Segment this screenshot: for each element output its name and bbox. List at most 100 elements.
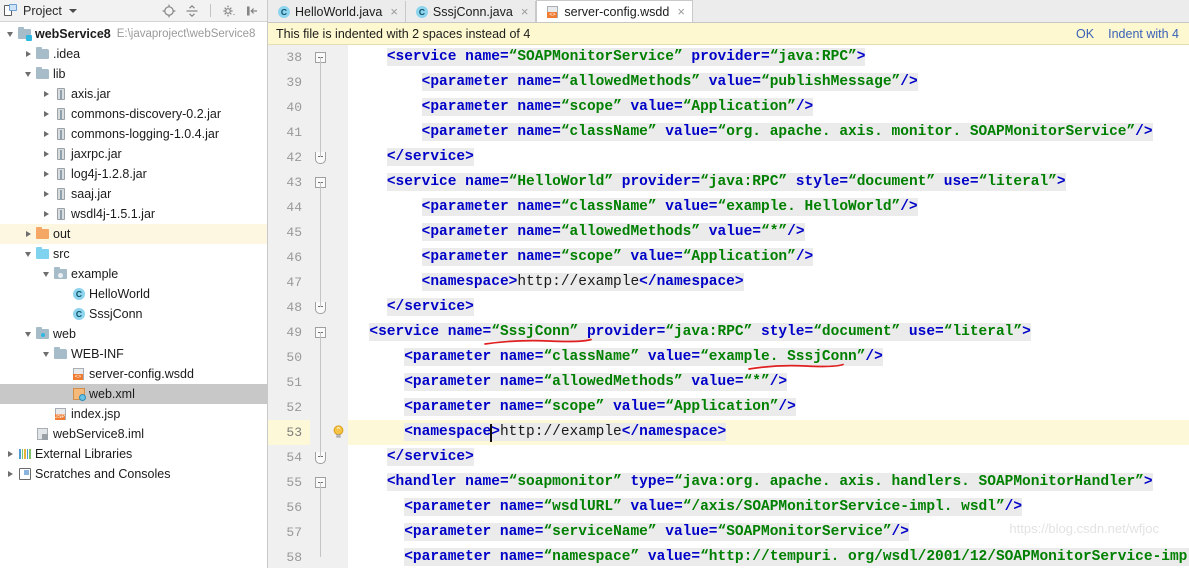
- code-text-area[interactable]: <service name=“SOAPMonitorService” provi…: [348, 45, 1189, 568]
- tree-node-external-libraries[interactable]: External Libraries: [0, 444, 267, 464]
- code-line[interactable]: <service name=“HelloWorld” provider=“jav…: [348, 170, 1189, 195]
- tree-node-label: server-config.wsdd: [89, 367, 194, 381]
- code-line[interactable]: <parameter name=“serviceName” value=“SOA…: [348, 520, 1189, 545]
- jar-icon: [53, 107, 68, 121]
- tree-node-label: WEB-INF: [71, 347, 124, 361]
- code-line[interactable]: <parameter name=“className” value=“examp…: [348, 195, 1189, 220]
- code-line[interactable]: <parameter name=“className” value=“examp…: [348, 345, 1189, 370]
- tree-node-webservice8-iml[interactable]: webService8.iml: [0, 424, 267, 444]
- close-icon[interactable]: ×: [521, 5, 529, 18]
- code-line[interactable]: </service>: [348, 445, 1189, 470]
- tree-node-scratches-and-consoles[interactable]: Scratches and Consoles: [0, 464, 267, 484]
- close-icon[interactable]: ×: [390, 5, 398, 18]
- tree-node-label: out: [53, 227, 71, 241]
- tree-node-web[interactable]: web: [0, 324, 267, 344]
- locate-icon[interactable]: [162, 4, 176, 18]
- editor-tab-server-config-wsdd[interactable]: <> server-config.wsdd ×: [536, 0, 693, 22]
- close-icon[interactable]: ×: [677, 5, 685, 18]
- chevron-down-icon[interactable]: [40, 348, 52, 360]
- chevron-right-icon[interactable]: [4, 468, 16, 480]
- tree-node-lib[interactable]: lib: [0, 64, 267, 84]
- chevron-down-icon[interactable]: [4, 28, 16, 40]
- code-line[interactable]: <parameter name=“allowedMethods” value=“…: [348, 370, 1189, 395]
- code-tokens: <service name=“SssjConn” provider=“java:…: [369, 323, 1031, 341]
- line-number: 47: [286, 275, 302, 290]
- code-line[interactable]: <parameter name=“namespace” value=“http:…: [348, 545, 1189, 568]
- jsp-file-icon: JSP: [53, 407, 68, 421]
- tree-node-wsdl4j-1-5-1-jar[interactable]: wsdl4j-1.5.1.jar: [0, 204, 267, 224]
- project-panel-label: Project: [23, 3, 62, 18]
- chevron-down-icon[interactable]: [68, 8, 77, 13]
- project-tree[interactable]: webService8 E:\javaproject\webService8 .id…: [0, 22, 267, 568]
- collapse-all-icon[interactable]: [185, 4, 199, 18]
- jar-icon: [53, 187, 68, 201]
- tree-node-index-jsp[interactable]: JSP index.jsp: [0, 404, 267, 424]
- editor-tabbar[interactable]: C HelloWorld.java × C SssjConn.java × <> server…: [268, 0, 1189, 23]
- tree-node-helloworld[interactable]: C HelloWorld: [0, 284, 267, 304]
- chevron-right-icon[interactable]: [40, 108, 52, 120]
- code-tokens: <handler name=“soapmonitor” type=“java:o…: [386, 473, 1153, 491]
- project-panel-title-group[interactable]: Project: [4, 4, 162, 18]
- code-folding-gutter[interactable]: [310, 45, 330, 568]
- chevron-right-icon[interactable]: [40, 208, 52, 220]
- chevron-right-icon[interactable]: [22, 48, 34, 60]
- chevron-down-icon[interactable]: [22, 68, 34, 80]
- tree-node-jaxrpc-jar[interactable]: jaxrpc.jar: [0, 144, 267, 164]
- notification-ok-link[interactable]: OK: [1076, 27, 1094, 41]
- tree-node-label: commons-discovery-0.2.jar: [71, 107, 222, 121]
- settings-icon[interactable]: [222, 4, 236, 18]
- code-line[interactable]: <service name=“SssjConn” provider=“java:…: [348, 320, 1189, 345]
- tree-node-webservice8[interactable]: webService8 E:\javaproject\webService8: [0, 24, 267, 44]
- chevron-right-icon[interactable]: [40, 188, 52, 200]
- tree-node-idea[interactable]: .idea: [0, 44, 267, 64]
- code-tokens: </service>: [386, 448, 474, 466]
- tree-node-axis-jar[interactable]: axis.jar: [0, 84, 267, 104]
- code-line[interactable]: <parameter name=“allowedMethods” value=“…: [348, 70, 1189, 95]
- tree-node-label: axis.jar: [71, 87, 111, 101]
- tree-node-web-xml[interactable]: web.xml: [0, 384, 267, 404]
- chevron-right-icon[interactable]: [40, 88, 52, 100]
- tree-node-out[interactable]: out: [0, 224, 267, 244]
- editor-tab-sssjconn-java[interactable]: C SssjConn.java ×: [405, 1, 537, 22]
- tree-node-server-config-wsdd[interactable]: <> server-config.wsdd: [0, 364, 267, 384]
- code-line[interactable]: <parameter name=“scope” value=“Applicati…: [348, 395, 1189, 420]
- chevron-down-icon[interactable]: [22, 328, 34, 340]
- code-line[interactable]: <handler name=“soapmonitor” type=“java:o…: [348, 470, 1189, 495]
- code-line[interactable]: <parameter name=“scope” value=“Applicati…: [348, 95, 1189, 120]
- tree-node-web-inf[interactable]: WEB-INF: [0, 344, 267, 364]
- code-viewport: 38 39 40 41 42 43 44 45 46 47 48 49 50 51 52 53 54 55 56 57…: [268, 45, 1189, 568]
- chevron-right-icon[interactable]: [22, 228, 34, 240]
- chevron-right-icon[interactable]: [4, 448, 16, 460]
- intention-bulb-gutter[interactable]: [330, 45, 348, 568]
- code-line[interactable]: </service>: [348, 295, 1189, 320]
- code-line[interactable]: <namespace>http://example</namespace>: [348, 420, 1189, 445]
- tree-node-saaj-jar[interactable]: saaj.jar: [0, 184, 267, 204]
- code-line[interactable]: <parameter name=“className” value=“org. …: [348, 120, 1189, 145]
- tree-node-commons-logging-1-0-4-jar[interactable]: commons-logging-1.0.4.jar: [0, 124, 267, 144]
- excluded-folder-icon: [35, 227, 50, 241]
- tree-node-sssjconn[interactable]: C SssjConn: [0, 304, 267, 324]
- chevron-right-icon[interactable]: [40, 148, 52, 160]
- code-line[interactable]: <parameter name=“wsdlURL” value=“/axis/S…: [348, 495, 1189, 520]
- chevron-down-icon[interactable]: [22, 248, 34, 260]
- hide-icon[interactable]: [245, 4, 259, 18]
- tree-node-example[interactable]: example: [0, 264, 267, 284]
- chevron-right-icon[interactable]: [40, 128, 52, 140]
- tree-node-log4j-1-2-8-jar[interactable]: log4j-1.2.8.jar: [0, 164, 267, 184]
- chevron-right-icon[interactable]: [40, 168, 52, 180]
- tree-node-src[interactable]: src: [0, 244, 267, 264]
- code-line[interactable]: <parameter name=“allowedMethods” value=“…: [348, 220, 1189, 245]
- chevron-down-icon[interactable]: [40, 268, 52, 280]
- code-line[interactable]: <namespace>http://example</namespace>: [348, 270, 1189, 295]
- intention-bulb-icon[interactable]: [332, 425, 345, 439]
- code-tokens: <parameter name=“allowedMethods” value=“…: [421, 73, 918, 91]
- line-number-gutter: 38 39 40 41 42 43 44 45 46 47 48 49 50 51 52 53 54 55 56 57…: [268, 45, 310, 568]
- notification-indent-with-4-link[interactable]: Indent with 4: [1108, 27, 1179, 41]
- code-line[interactable]: </service>: [348, 145, 1189, 170]
- code-line[interactable]: <service name=“SOAPMonitorService” provi…: [348, 45, 1189, 70]
- code-line[interactable]: <parameter name=“scope” value=“Applicati…: [348, 245, 1189, 270]
- tree-node-commons-discovery-0-2-jar[interactable]: commons-discovery-0.2.jar: [0, 104, 267, 124]
- line-number: 43: [286, 175, 302, 190]
- tree-node-label: index.jsp: [71, 407, 121, 421]
- editor-tab-helloworld-java[interactable]: C HelloWorld.java ×: [268, 1, 406, 22]
